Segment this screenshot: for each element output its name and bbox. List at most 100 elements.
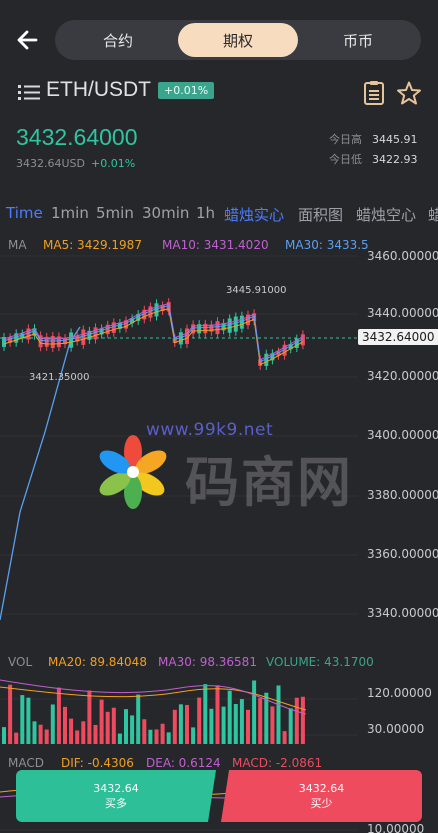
sell-price: 3432.64 (298, 782, 345, 795)
ma10-legend: MA10: 3431.4020 (162, 238, 269, 252)
trade-actions: 3432.64 买多 3432.64 买少 (0, 770, 438, 822)
volume-bar (124, 709, 128, 744)
today-high-label: 今日高 (329, 133, 362, 146)
vol-axis-label: 120.00000 (367, 686, 432, 700)
macd-label: MACD (8, 756, 44, 770)
volume-bar (93, 724, 98, 744)
today-low: 今日低 3422.93 (329, 151, 422, 167)
interval-candle-solid[interactable]: 蜡烛实心 (224, 204, 284, 225)
vol-label: VOL (8, 655, 33, 669)
volume-bar (215, 685, 220, 744)
volume-bar (154, 729, 159, 744)
ma30-legend: MA30: 3433.5 (285, 238, 369, 252)
volume-bar (288, 708, 293, 744)
volume-bar (294, 697, 299, 744)
pair-header: ETH/USDT +0.01% (0, 74, 438, 110)
macd-dea-legend: DEA: 0.6124 (146, 756, 221, 770)
volume-bar (136, 694, 141, 744)
volume-bar (252, 680, 257, 744)
volume-bar (56, 687, 61, 744)
macd-dif-legend: DIF: -0.4306 (61, 756, 134, 770)
volume-bar (221, 706, 226, 744)
today-low-label: 今日低 (329, 153, 362, 166)
buy-long-button[interactable]: 3432.64 买多 (16, 770, 216, 822)
price-axis-label: 3460.00000 (367, 249, 438, 263)
tab-spot[interactable]: 币币 (298, 23, 418, 57)
buy-price: 3432.64 (93, 782, 139, 795)
price-axis-label: 3360.00000 (367, 547, 438, 561)
volume-bar (300, 696, 305, 744)
volume-bar (142, 719, 147, 744)
kline-chart[interactable]: MA MA5: 3429.1987 MA10: 3431.4020 MA30: … (0, 232, 438, 833)
today-high: 今日高 3445.91 (329, 131, 422, 147)
volume-bar (69, 718, 74, 744)
document-icon[interactable] (362, 80, 386, 106)
volume-bar (233, 704, 238, 744)
candle-body (81, 329, 86, 345)
favorite-star-icon[interactable] (396, 80, 422, 106)
candle-body (227, 318, 232, 333)
volume-bar (99, 699, 104, 744)
volume-bar (276, 685, 281, 744)
kline-canvas (0, 255, 358, 831)
price-usd-row: 3432.64USD +0.01% (16, 157, 135, 170)
volume-bar (111, 707, 116, 744)
price-axis-label: 3420.00000 (367, 369, 438, 383)
macd-value-legend: MACD: -2.0861 (232, 756, 323, 770)
min-price-marker: 3421.35000 (29, 372, 90, 383)
vol-axis-label: 30.00000 (367, 722, 425, 736)
watermark: 码商网 (93, 432, 393, 514)
volume-bar (209, 708, 214, 744)
interval-candle-hollow[interactable]: 蜡烛空心 (356, 204, 416, 225)
volume-bar (8, 684, 13, 744)
volume-bar (227, 690, 232, 744)
volume-bar (50, 704, 55, 744)
tab-contract[interactable]: 合约 (58, 23, 178, 57)
volume-bar (270, 706, 275, 744)
interval-more[interactable]: 蜡 (428, 204, 438, 225)
volume-bar (246, 709, 250, 744)
volume-bar (38, 724, 43, 744)
interval-area[interactable]: 面积图 (298, 204, 343, 225)
buy-short-button[interactable]: 3432.64 买少 (221, 770, 422, 822)
candle-body (50, 335, 55, 349)
volume-bar (203, 684, 208, 744)
candle-body (233, 316, 238, 332)
vol-ma30-legend: MA30: 98.36581 (158, 655, 257, 669)
vol-ma20-legend: MA20: 89.84048 (48, 655, 147, 669)
interval-30min[interactable]: 30min (142, 204, 189, 222)
interval-1min[interactable]: 1min (51, 204, 89, 222)
back-arrow-icon[interactable] (14, 26, 42, 54)
candle-body (93, 327, 98, 340)
list-menu-icon[interactable] (18, 82, 40, 102)
flower-logo-icon (99, 435, 167, 509)
price-axis-label: 3340.00000 (367, 606, 438, 620)
volume-bar (130, 715, 135, 744)
today-low-value: 3422.93 (372, 153, 418, 166)
volume-bar (105, 711, 110, 744)
volume-bar (14, 732, 19, 744)
volume-bar (87, 690, 92, 744)
volume-bar (81, 721, 86, 744)
interval-time[interactable]: Time (6, 204, 43, 222)
volume-bar (185, 704, 189, 744)
volume-bar (75, 730, 80, 744)
volume-bar (2, 727, 6, 744)
volume-bar (148, 729, 153, 744)
watermark-brand: 码商网 (185, 451, 353, 514)
last-price-tag: 3432.64000 (358, 329, 438, 345)
pair-name[interactable]: ETH/USDT (46, 78, 151, 102)
interval-5min[interactable]: 5min (96, 204, 134, 222)
last-price: 3432.64000 (16, 124, 138, 150)
max-price-marker: 3445.91000 (226, 285, 287, 296)
ma5-legend: MA5: 3429.1987 (43, 238, 142, 252)
volume-bar (239, 699, 244, 744)
interval-1h[interactable]: 1h (196, 204, 215, 222)
volume-bar (178, 704, 183, 744)
vol-value-legend: VOLUME: 43.1700 (266, 655, 374, 669)
candle-body (56, 336, 61, 348)
sell-label: 买少 (310, 797, 333, 810)
price-line (0, 326, 81, 621)
volume-bar (20, 695, 25, 744)
tab-options[interactable]: 期权 (178, 23, 298, 57)
